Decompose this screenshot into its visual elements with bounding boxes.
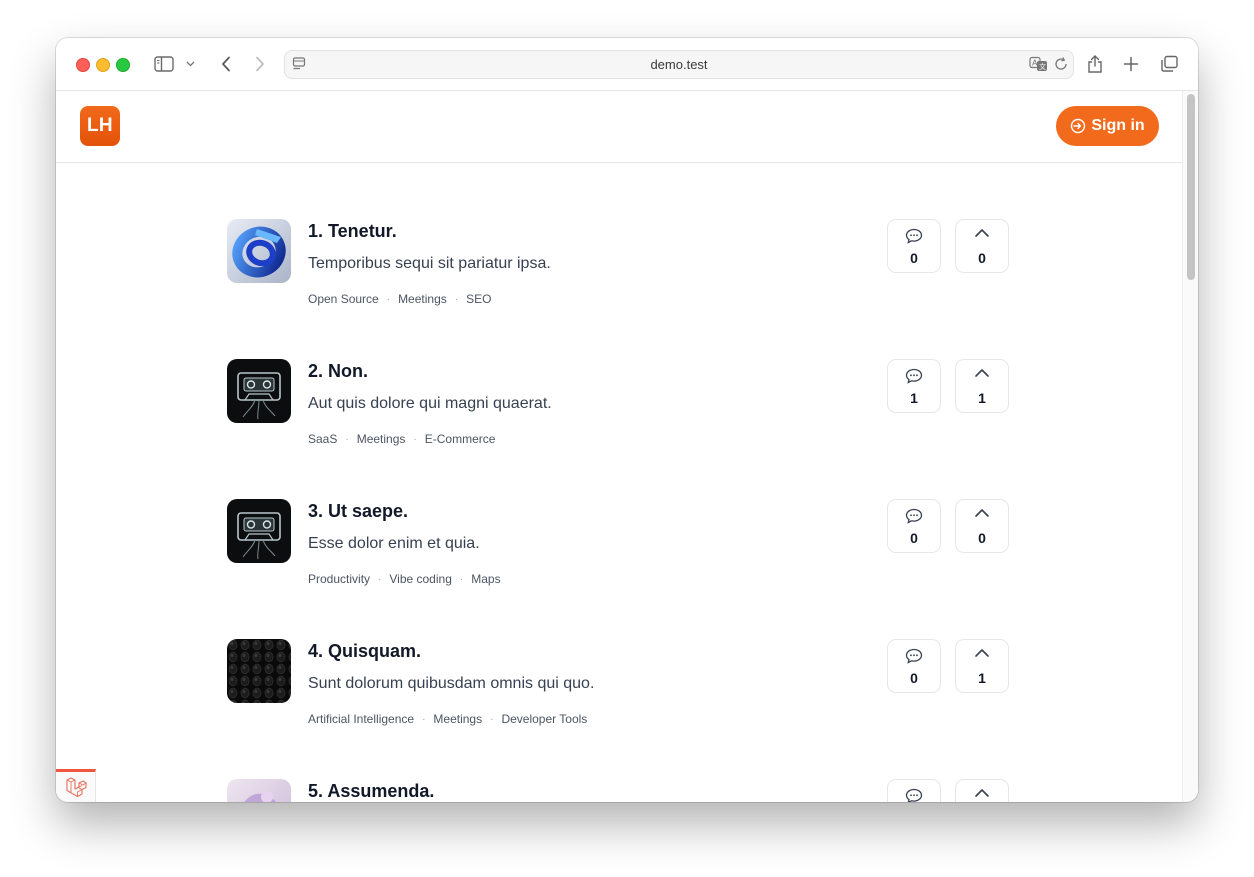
product-title[interactable]: 4. Quisquam. <box>308 641 421 662</box>
tag-link[interactable]: Developer Tools <box>501 712 587 726</box>
product-title[interactable]: 1. Tenetur. <box>308 221 397 242</box>
comment-bubble-icon <box>888 508 940 526</box>
upvote-button[interactable] <box>955 779 1009 802</box>
tag-link[interactable]: E-Commerce <box>425 432 496 446</box>
tag-separator: · <box>422 713 426 725</box>
upvote-count: 0 <box>978 530 986 546</box>
product-description: Temporibus sequi sit pariatur ipsa. <box>308 255 551 272</box>
comments-button[interactable]: 1 <box>887 359 941 413</box>
upvote-count: 1 <box>978 670 986 686</box>
tag-separator: · <box>413 433 417 445</box>
scrollbar-thumb[interactable] <box>1187 94 1195 280</box>
upvote-count: 1 <box>978 390 986 406</box>
tag-link[interactable]: SaaS <box>308 432 337 446</box>
product-logo[interactable] <box>227 359 291 423</box>
comment-bubble-icon <box>888 648 940 666</box>
close-window-button[interactable] <box>76 58 90 72</box>
upvote-button[interactable]: 1 <box>955 639 1009 693</box>
product-description: Esse dolor enim et quia. <box>308 535 480 552</box>
chevron-up-icon <box>956 368 1008 386</box>
page-viewport: LH Sign in 1. Tenetur. Temporibus sequi … <box>56 91 1182 802</box>
tag-separator: · <box>386 293 391 305</box>
tag-separator: · <box>490 713 494 725</box>
tag-separator: · <box>459 573 464 585</box>
comments-count: 0 <box>910 530 918 546</box>
tag-link[interactable]: SEO <box>466 292 491 306</box>
tag-separator: · <box>378 573 382 585</box>
upvote-count: 0 <box>978 250 986 266</box>
comment-bubble-icon <box>888 228 940 246</box>
product-title[interactable]: 3. Ut saepe. <box>308 501 408 522</box>
tag-link[interactable]: Productivity <box>308 572 370 586</box>
product-title[interactable]: 2. Non. <box>308 361 368 382</box>
site-logo[interactable]: LH <box>80 106 120 146</box>
comments-button[interactable]: 0 <box>887 219 941 273</box>
comments-button[interactable]: 0 <box>887 499 941 553</box>
chevron-up-icon <box>956 508 1008 526</box>
tag-link[interactable]: Meetings <box>357 432 406 446</box>
upvote-button[interactable]: 1 <box>955 359 1009 413</box>
tag-link[interactable]: Open Source <box>308 292 379 306</box>
browser-window: demo.test A文 LH Sign in 1. Tenetur. Temp… <box>56 38 1198 802</box>
tag-separator: · <box>454 293 459 305</box>
back-arrow-icon[interactable] <box>216 52 236 76</box>
comment-bubble-icon <box>888 788 940 802</box>
chevron-up-icon <box>956 648 1008 666</box>
page-scrollbar[interactable] <box>1182 91 1198 802</box>
minimize-window-button[interactable] <box>96 58 110 72</box>
svg-text:文: 文 <box>1039 62 1046 71</box>
laravel-logo-icon <box>65 777 87 797</box>
tag-link[interactable]: Vibe coding <box>389 572 452 586</box>
share-icon[interactable] <box>1085 52 1105 76</box>
zoom-window-button[interactable] <box>116 58 130 72</box>
chevron-up-icon <box>956 228 1008 246</box>
tag-link[interactable]: Meetings <box>433 712 482 726</box>
comments-count: 0 <box>910 250 918 266</box>
comments-button[interactable] <box>887 779 941 802</box>
product-logo[interactable] <box>227 219 291 283</box>
site-header: LH Sign in <box>56 91 1182 163</box>
debugbar-toggle-button[interactable] <box>56 769 96 802</box>
upvote-button[interactable]: 0 <box>955 219 1009 273</box>
comments-count: 0 <box>910 670 918 686</box>
upvote-button[interactable]: 0 <box>955 499 1009 553</box>
product-description: Sunt dolorum quibusdam omnis qui quo. <box>308 675 595 692</box>
tag-link[interactable]: Maps <box>471 572 500 586</box>
tab-overview-icon[interactable] <box>1158 52 1180 76</box>
browser-toolbar: demo.test A文 <box>56 38 1198 91</box>
comments-button[interactable]: 0 <box>887 639 941 693</box>
product-logo[interactable] <box>227 499 291 563</box>
product-item[interactable]: 1. Tenetur. Temporibus sequi sit pariatu… <box>227 219 1012 329</box>
sign-in-button[interactable]: Sign in <box>1056 106 1159 146</box>
product-item[interactable]: 2. Non. Aut quis dolore qui magni quaera… <box>227 359 1012 469</box>
sign-in-label: Sign in <box>1091 117 1145 134</box>
login-icon <box>1071 118 1086 134</box>
product-logo[interactable] <box>227 779 291 802</box>
tag-separator: · <box>345 433 349 445</box>
product-tags: Artificial Intelligence · Meetings · Devel… <box>308 712 587 726</box>
product-item[interactable]: 5. Assumenda. <box>227 779 1012 802</box>
product-logo[interactable] <box>227 639 291 703</box>
product-tags: Productivity · Vibe coding · Maps <box>308 572 501 586</box>
translate-icon[interactable]: A文 <box>1029 56 1049 77</box>
product-tags: SaaS · Meetings · E-Commerce <box>308 432 495 446</box>
comments-count: 1 <box>910 390 918 406</box>
tag-link[interactable]: Meetings <box>398 292 447 306</box>
sidebar-toggle-icon[interactable] <box>152 52 176 76</box>
product-tags: Open Source · Meetings · SEO <box>308 292 491 306</box>
product-item[interactable]: 4. Quisquam. Sunt dolorum quibusdam omni… <box>227 639 1012 749</box>
reload-icon[interactable] <box>1053 56 1069 77</box>
new-tab-icon[interactable] <box>1121 52 1141 76</box>
url-text: demo.test <box>650 57 708 72</box>
tag-link[interactable]: Artificial Intelligence <box>308 712 414 726</box>
chevron-down-icon[interactable] <box>184 52 196 76</box>
product-item[interactable]: 3. Ut saepe. Esse dolor enim et quia. Pr… <box>227 499 1012 609</box>
product-title[interactable]: 5. Assumenda. <box>308 781 434 802</box>
address-bar[interactable]: demo.test A文 <box>284 50 1074 79</box>
product-description: Aut quis dolore qui magni quaerat. <box>308 395 552 412</box>
forward-arrow-icon[interactable] <box>250 52 270 76</box>
chevron-up-icon <box>956 788 1008 802</box>
comment-bubble-icon <box>888 368 940 386</box>
